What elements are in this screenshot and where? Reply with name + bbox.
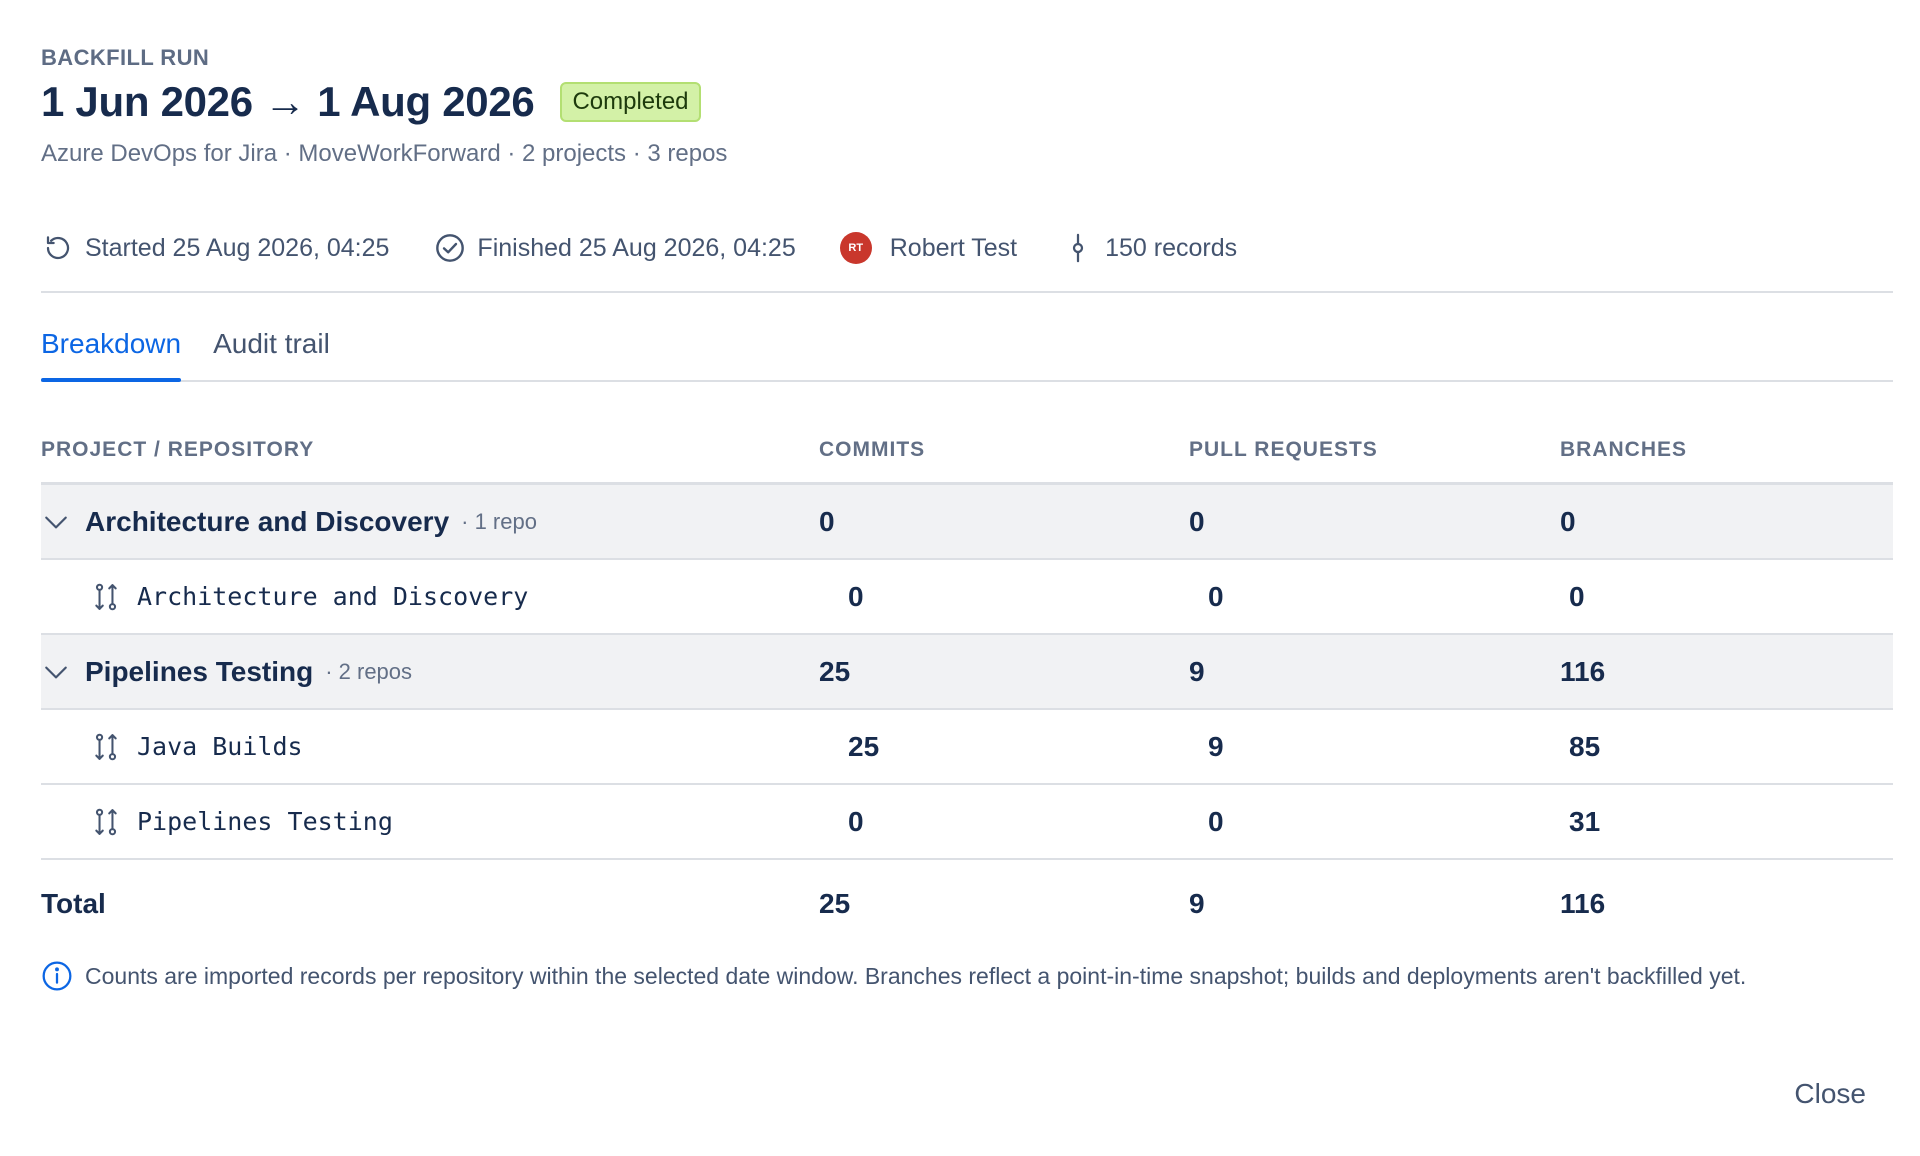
chevron-down-icon[interactable] [41,507,71,537]
tab-bar: Breakdown Audit trail [41,328,1893,382]
history-icon [41,231,75,265]
commits-cell: 25 [819,655,851,687]
pull-requests-cell: 0 [1189,505,1205,537]
branches-cell: 116 [1560,655,1606,687]
title-row: 1 Jun 2026 → 1 Aug 2026 Completed [41,78,701,126]
project-repo-count: · 2 repos [325,658,413,684]
records-text: 150 records [1105,233,1238,262]
records-meta: 150 records [1061,231,1237,265]
repository-name-cell: Java Builds [41,732,848,762]
finished-text: Finished 25 Aug 2026, 04:25 [477,233,796,262]
project-row[interactable]: Pipelines Testing · 2 repos 25 9 116 [41,635,1893,710]
run-meta: Started 25 Aug 2026, 04:25 Finished 25 A… [41,228,1281,268]
total-row: Total 25 9 116 [41,860,1893,948]
project-name-cell: Architecture and Discovery · 1 repo [41,506,819,538]
header-divider [41,291,1893,293]
table-header: PROJECT / REPOSITORY COMMITS PULL REQUES… [41,430,1893,485]
column-header-commits: COMMITS [819,438,926,461]
user-meta: RT Robert Test [839,232,1018,264]
branches-cell: 85 [1569,730,1601,762]
pull-requests-cell: 0 [1208,805,1224,837]
project-repo-count: · 1 repo [461,508,537,534]
backfill-run-dialog: BACKFILL RUN 1 Jun 2026 → 1 Aug 2026 Com… [41,0,1893,1156]
finished-meta: Finished 25 Aug 2026, 04:25 [433,231,796,265]
pull-requests-cell: 9 [1208,730,1224,762]
project-row[interactable]: Architecture and Discovery · 1 repo 0 0 … [41,485,1893,560]
total-commits: 25 [819,888,851,919]
total-label: Total [41,888,106,919]
info-icon [41,960,73,992]
repository-icon [91,732,121,762]
project-name: Pipelines Testing [85,655,314,687]
info-note-text: Counts are imported records per reposito… [85,963,1747,989]
status-badge: Completed [560,82,701,122]
column-header-pull-requests: PULL REQUESTS [1189,438,1378,461]
branches-cell: 31 [1569,805,1601,837]
total-branches: 116 [1560,888,1606,919]
branches-cell: 0 [1569,580,1585,612]
column-header-branches: BRANCHES [1560,438,1688,461]
total-pull-requests: 9 [1189,888,1205,919]
repository-name: Java Builds [137,732,303,761]
commits-cell: 0 [819,505,835,537]
eyebrow-label: BACKFILL RUN [41,45,210,70]
page-title: 1 Jun 2026 → 1 Aug 2026 [41,78,535,125]
commit-icon [1061,231,1095,265]
repository-row: Architecture and Discovery 0 0 0 [41,560,1893,635]
project-name: Architecture and Discovery [85,505,450,537]
pull-requests-cell: 9 [1189,655,1205,687]
branches-cell: 0 [1560,505,1576,537]
column-header-project: PROJECT / REPOSITORY [41,438,315,461]
user-name: Robert Test [889,233,1018,262]
chevron-down-icon[interactable] [41,657,71,687]
repository-icon [91,582,121,612]
commits-cell: 0 [848,580,864,612]
breakdown-table: PROJECT / REPOSITORY COMMITS PULL REQUES… [41,430,1893,948]
started-meta: Started 25 Aug 2026, 04:25 [41,231,389,265]
repository-name-cell: Architecture and Discovery [41,582,848,612]
avatar: RT [839,232,872,264]
repository-name-cell: Pipelines Testing [41,807,848,837]
repository-icon [91,807,121,837]
repository-name: Pipelines Testing [137,807,393,836]
run-subtitle: Azure DevOps for Jira · MoveWorkForward … [41,140,728,167]
started-text: Started 25 Aug 2026, 04:25 [85,233,390,262]
tab-audit-trail[interactable]: Audit trail [213,328,330,380]
check-circle-icon [433,231,467,265]
tab-breakdown[interactable]: Breakdown [41,328,182,382]
project-name-cell: Pipelines Testing · 2 repos [41,656,819,688]
commits-cell: 0 [848,805,864,837]
repository-name: Architecture and Discovery [137,582,529,611]
info-note: Counts are imported records per reposito… [41,960,1861,992]
repository-row: Java Builds 25 9 85 [41,710,1893,785]
commits-cell: 25 [848,730,880,762]
repository-row: Pipelines Testing 0 0 31 [41,785,1893,860]
close-button[interactable]: Close [1788,1072,1872,1116]
pull-requests-cell: 0 [1208,580,1224,612]
